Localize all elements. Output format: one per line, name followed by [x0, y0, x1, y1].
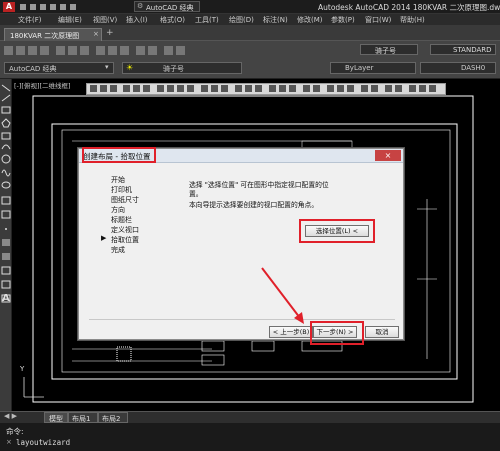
- text-style-dropdown[interactable]: 骑子号: [360, 44, 418, 55]
- toolbar-area: 骑子号 STANDARD AutoCAD 经典 ▾ ☀ 骑子号 ByLayer …: [0, 41, 500, 79]
- linetype-label: ByLayer: [345, 64, 374, 72]
- dim-style-label: STANDARD: [453, 46, 492, 54]
- highlight-dialog-title: [82, 147, 156, 163]
- workspace-gear-icon: ⚙: [137, 2, 144, 10]
- lightbulb-icon: ☀: [126, 63, 134, 72]
- command-history: layoutwizard: [16, 438, 71, 447]
- step-paper-size: 图纸尺寸: [111, 196, 139, 204]
- text-style-label: 骑子号: [375, 47, 396, 55]
- menu-tools[interactable]: 工具(T): [195, 15, 219, 25]
- menu-modify[interactable]: 修改(M): [297, 15, 323, 25]
- file-tab-active[interactable]: 180KVAR 二次原理图 ×: [4, 28, 102, 41]
- step-start: 开始: [111, 176, 125, 184]
- dim-style-dropdown[interactable]: STANDARD: [430, 44, 496, 55]
- tab-layout2[interactable]: 布局2: [98, 412, 128, 423]
- draw-tool-icons[interactable]: [0, 79, 12, 409]
- floating-toolbar: [86, 83, 446, 95]
- menu-file[interactable]: 文件(F): [18, 15, 42, 25]
- command-line[interactable]: 命令: × layoutwizard: [0, 423, 500, 451]
- highlight-next-button: [310, 321, 364, 345]
- menu-edit[interactable]: 编辑(E): [58, 15, 82, 25]
- layer-value: 骑子号: [163, 65, 184, 73]
- menu-format[interactable]: 格式(O): [160, 15, 185, 25]
- step-finish: 完成: [111, 246, 125, 254]
- text-tool-icon[interactable]: A: [2, 293, 10, 304]
- menu-dimension[interactable]: 标注(N): [263, 15, 288, 25]
- create-layout-dialog: 创建布局 - 拾取位置 × 开始 打印机 图纸尺寸 方向 标题栏 定义视口 ▶ …: [78, 148, 404, 345]
- layer-dropdown[interactable]: ☀ 骑子号: [122, 62, 242, 74]
- dialog-description-2: 本向导提示选择要创建的视口配置的角点。: [189, 201, 319, 209]
- quick-access-icons: [20, 4, 76, 10]
- close-icon[interactable]: ×: [93, 30, 99, 38]
- window-title: Autodesk AutoCAD 2014 180KVAR 二次原理图.dwg: [318, 3, 500, 12]
- menu-help[interactable]: 帮助(H): [400, 15, 425, 25]
- menu-window[interactable]: 窗口(W): [365, 15, 391, 25]
- command-history-marker: ×: [6, 438, 12, 446]
- wizard-steps: 开始 打印机 图纸尺寸 方向 标题栏 定义视口 ▶ 拾取位置 完成: [79, 163, 179, 323]
- workspace-dropdown[interactable]: ⚙ AutoCAD 经典: [134, 1, 200, 12]
- menu-bar: 文件(F) 编辑(E) 视图(V) 插入(I) 格式(O) 工具(T) 绘图(D…: [0, 14, 500, 25]
- linetype-dropdown[interactable]: ByLayer: [330, 62, 416, 74]
- step-printer: 打印机: [111, 186, 132, 194]
- menu-parametric[interactable]: 参数(P): [331, 15, 355, 25]
- menu-insert[interactable]: 插入(I): [126, 15, 148, 25]
- workspace-label: AutoCAD 经典: [146, 4, 194, 12]
- step-title-block: 标题栏: [111, 216, 132, 224]
- floating-toolbar-icons[interactable]: [87, 84, 445, 94]
- lineweight-label: DASH0: [461, 64, 486, 72]
- app-logo-icon[interactable]: A: [3, 2, 15, 12]
- tab-model[interactable]: 模型: [44, 412, 68, 423]
- layout-tabs: ◀ ▶ 模型 布局1 布局2: [0, 411, 500, 423]
- highlight-select-location: [299, 219, 375, 243]
- current-step-arrow-icon: ▶: [101, 234, 107, 242]
- dialog-description-1: 选择 "选择位置" 可在图形中指定视口配置的位置。: [189, 181, 329, 198]
- command-label: 命令:: [6, 427, 24, 436]
- lineweight-dropdown[interactable]: DASH0: [420, 62, 496, 74]
- file-tabs: 180KVAR 二次原理图 × +: [0, 25, 500, 41]
- new-tab-icon[interactable]: +: [106, 28, 114, 38]
- draw-toolbar-vertical: A: [0, 79, 12, 411]
- chevron-down-icon: ▾: [105, 63, 109, 71]
- back-button-label: < 上一步(B): [272, 328, 310, 336]
- menu-view[interactable]: 视图(V): [93, 15, 117, 25]
- standard-toolbar-icons[interactable]: [4, 44, 344, 58]
- cancel-button[interactable]: 取消: [365, 326, 399, 338]
- workspace-select[interactable]: AutoCAD 经典 ▾: [4, 62, 114, 74]
- workspace-select-label: AutoCAD 经典: [9, 65, 57, 73]
- ucs-y-label: Y: [20, 365, 25, 373]
- step-pick-location: 拾取位置: [111, 236, 139, 244]
- step-orientation: 方向: [111, 206, 125, 214]
- menu-draw[interactable]: 绘图(D): [229, 15, 254, 25]
- file-tab-label: 180KVAR 二次原理图: [10, 32, 80, 40]
- title-bar: A ⚙ AutoCAD 经典 Autodesk AutoCAD 2014 180…: [0, 0, 500, 14]
- tab-nav-icons[interactable]: ◀ ▶: [4, 412, 17, 420]
- tab-layout1[interactable]: 布局1: [68, 412, 98, 423]
- dialog-divider: [89, 319, 395, 320]
- back-button[interactable]: < 上一步(B): [269, 326, 313, 338]
- step-define-viewport: 定义视口: [111, 226, 139, 234]
- dialog-close-button[interactable]: ×: [375, 150, 401, 161]
- quick-access-toolbar: [20, 3, 130, 11]
- cancel-button-label: 取消: [375, 328, 389, 336]
